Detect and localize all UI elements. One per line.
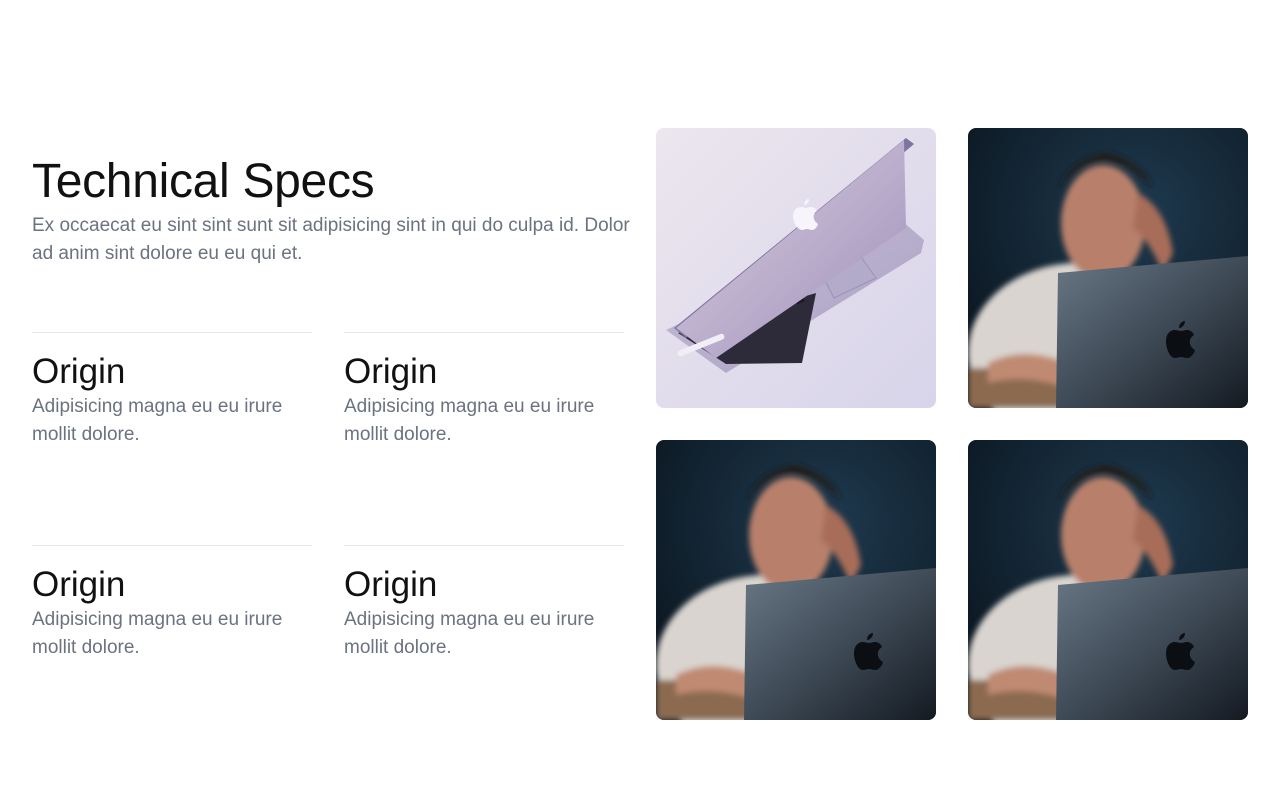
spec-title: Origin — [32, 565, 126, 604]
spec-description: Adipisicing magna eu eu irure mollit dol… — [32, 396, 283, 445]
image-gallery — [656, 128, 1248, 720]
spec-item: Origin Adipisicing magna eu eu irure mol… — [32, 545, 312, 758]
spec-item: Origin Adipisicing magna eu eu irure mol… — [32, 332, 312, 545]
spec-title: Origin — [344, 565, 438, 604]
laptop-photo — [656, 128, 936, 408]
spec-description: Adipisicing magna eu eu irure mollit dol… — [344, 609, 595, 658]
page-description: Ex occaecat eu sint sint sunt sit adipis… — [32, 215, 630, 264]
spec-description: Adipisicing magna eu eu irure mollit dol… — [344, 396, 595, 445]
person-with-laptop-photo — [968, 128, 1248, 408]
spec-title: Origin — [344, 352, 438, 391]
spec-item: Origin Adipisicing magna eu eu irure mol… — [344, 545, 624, 758]
person-with-laptop-photo — [656, 440, 936, 720]
specs-header: Technical Specs Ex occaecat eu sint sint… — [32, 152, 630, 268]
page-title: Technical Specs — [32, 155, 375, 208]
spec-title: Origin — [32, 352, 126, 391]
spec-description: Adipisicing magna eu eu irure mollit dol… — [32, 609, 283, 658]
spec-item: Origin Adipisicing magna eu eu irure mol… — [344, 332, 624, 545]
person-with-laptop-photo — [968, 440, 1248, 720]
page: Technical Specs Ex occaecat eu sint sint… — [0, 0, 1280, 800]
spec-list: Origin Adipisicing magna eu eu irure mol… — [32, 332, 624, 758]
